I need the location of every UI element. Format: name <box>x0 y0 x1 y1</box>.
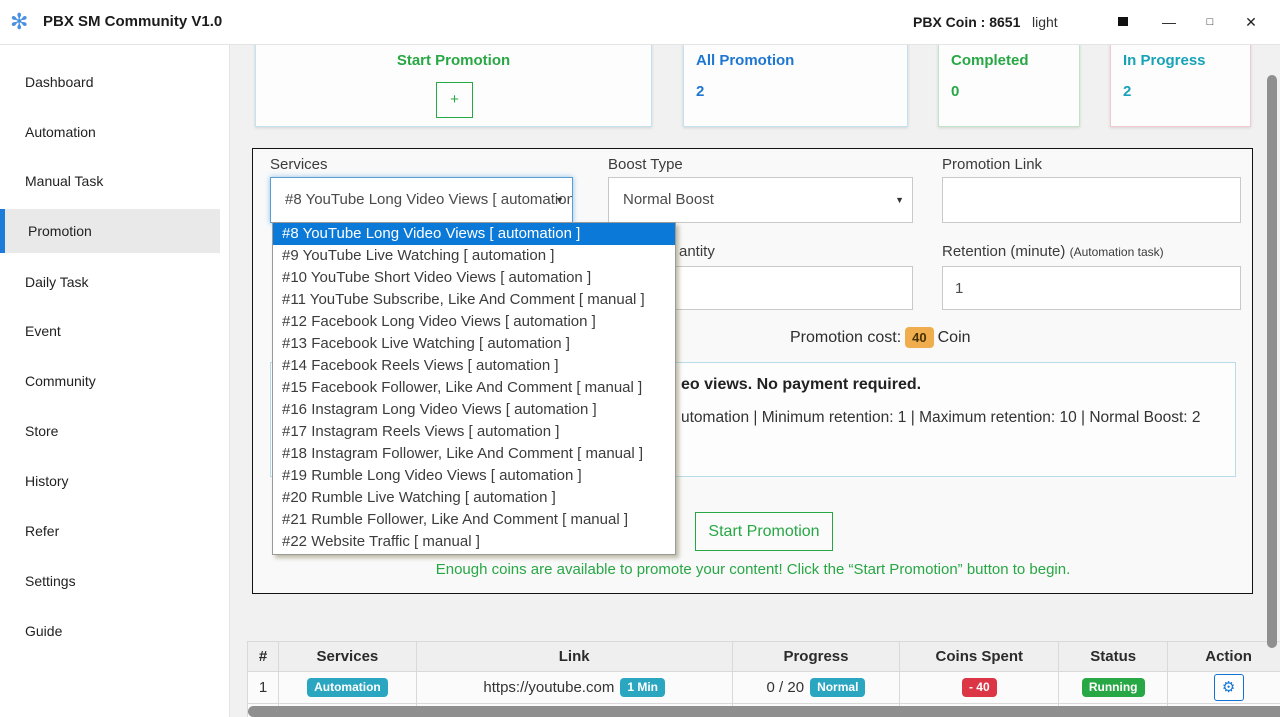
sidebar-item-automation[interactable]: Automation <box>0 110 220 154</box>
minimize-button[interactable]: — <box>1152 8 1186 36</box>
retention-label: Retention (minute) (Automation task) <box>942 243 1164 260</box>
col-header-progress: Progress <box>733 642 901 672</box>
services-option[interactable]: #16 Instagram Long Video Views [ automat… <box>273 399 675 421</box>
services-selected-value: #8 YouTube Long Video Views [ automation… <box>285 191 573 208</box>
service-info-line2: utomation | Minimum retention: 1 | Maxim… <box>681 409 1201 427</box>
sidebar-item-promotion[interactable]: Promotion <box>0 209 220 253</box>
col-header-coins-spent: Coins Spent <box>900 642 1059 672</box>
maximize-button[interactable]: □ <box>1193 8 1227 36</box>
services-option[interactable]: #20 Rumble Live Watching [ automation ] <box>273 487 675 509</box>
row-settings-button[interactable]: ⚙ <box>1214 674 1244 701</box>
promotion-link-text: https://youtube.com <box>483 679 614 696</box>
col-header-num: # <box>248 642 279 672</box>
sidebar-item-settings[interactable]: Settings <box>0 559 220 603</box>
card-in-progress-title: In Progress <box>1123 52 1250 69</box>
promotion-link-label: Promotion Link <box>942 156 1042 173</box>
card-completed-title: Completed <box>951 52 1079 69</box>
services-option[interactable]: #11 YouTube Subscribe, Like And Comment … <box>273 289 675 311</box>
vertical-scrollbar[interactable] <box>1267 75 1277 648</box>
sidebar-item-refer[interactable]: Refer <box>0 509 220 553</box>
table-header-row: # Services Link Progress Coins Spent Sta… <box>248 642 1280 672</box>
boost-type-badge: Normal <box>810 678 865 697</box>
boost-type-selected-value: Normal Boost <box>623 191 714 208</box>
title-bar: ✻ PBX SM Community V1.0 PBX Coin : 8651 … <box>0 0 1280 45</box>
retention-label-note: (Automation task) <box>1070 245 1164 259</box>
table-row: 1 Automation https://youtube.com 1 Min 0… <box>248 672 1280 704</box>
service-info-line1: eo views. No payment required. <box>681 376 921 394</box>
coin-balance: PBX Coin : 8651 <box>913 14 1020 30</box>
sidebar-item-event[interactable]: Event <box>0 309 220 353</box>
card-start-promotion-title: Start Promotion <box>256 52 651 69</box>
theme-label[interactable]: light <box>1032 14 1058 30</box>
promotion-link-input[interactable] <box>942 177 1241 223</box>
coins-available-message: Enough coins are available to promote yo… <box>253 561 1253 578</box>
sidebar-item-manual-task[interactable]: Manual Task <box>0 159 220 203</box>
services-dropdown-list: #8 YouTube Long Video Views [ automation… <box>272 222 676 555</box>
services-option[interactable]: #12 Facebook Long Video Views [ automati… <box>273 311 675 333</box>
promotion-cost-badge: 40 <box>905 327 933 348</box>
sidebar-item-community[interactable]: Community <box>0 359 220 403</box>
services-option[interactable]: #14 Facebook Reels Views [ automation ] <box>273 355 675 377</box>
card-in-progress: In Progress 2 <box>1110 38 1251 127</box>
col-header-services: Services <box>279 642 417 672</box>
col-header-status: Status <box>1059 642 1168 672</box>
services-label: Services <box>270 156 328 173</box>
sidebar: Dashboard Automation Manual Task Promoti… <box>0 45 230 717</box>
sidebar-item-guide[interactable]: Guide <box>0 609 220 653</box>
card-start-promotion: Start Promotion + <box>255 38 652 127</box>
col-header-link: Link <box>417 642 733 672</box>
chevron-down-icon: ▼ <box>895 178 904 222</box>
sidebar-item-dashboard[interactable]: Dashboard <box>0 60 220 104</box>
services-option[interactable]: #15 Facebook Follower, Like And Comment … <box>273 377 675 399</box>
gear-icon: ⚙ <box>1222 679 1235 696</box>
services-select[interactable]: #8 YouTube Long Video Views [ automation… <box>270 177 573 223</box>
start-promotion-button[interactable]: Start Promotion <box>695 512 833 551</box>
app-logo-icon: ✻ <box>10 8 28 36</box>
card-all-promotion-count: 2 <box>696 83 907 100</box>
add-promotion-button[interactable]: + <box>436 82 473 118</box>
status-badge: Running <box>1082 678 1145 697</box>
card-all-promotion-title: All Promotion <box>696 52 907 69</box>
promotion-cost-line: Promotion cost:40 Coin <box>790 327 971 348</box>
horizontal-scrollbar[interactable] <box>248 706 1280 717</box>
row-number: 1 <box>248 672 279 704</box>
retention-label-text: Retention (minute) <box>942 243 1065 260</box>
card-all-promotion: All Promotion 2 <box>683 38 908 127</box>
app-title: PBX SM Community V1.0 <box>43 13 222 30</box>
service-type-badge: Automation <box>307 678 388 697</box>
services-option[interactable]: #18 Instagram Follower, Like And Comment… <box>273 443 675 465</box>
sidebar-item-history[interactable]: History <box>0 459 220 503</box>
progress-text: 0 / 20 <box>767 679 805 696</box>
promotion-cost-suffix: Coin <box>938 329 971 346</box>
retention-input[interactable] <box>942 266 1241 310</box>
services-option[interactable]: #10 YouTube Short Video Views [ automati… <box>273 267 675 289</box>
close-button[interactable]: ✕ <box>1234 8 1268 36</box>
services-option[interactable]: #8 YouTube Long Video Views [ automation… <box>273 223 675 245</box>
services-option[interactable]: #9 YouTube Live Watching [ automation ] <box>273 245 675 267</box>
col-header-action: Action <box>1168 642 1280 672</box>
sidebar-item-store[interactable]: Store <box>0 409 220 453</box>
promotion-cost-prefix: Promotion cost: <box>790 329 901 346</box>
coins-spent-badge: - 40 <box>962 678 997 697</box>
card-in-progress-count: 2 <box>1123 83 1250 100</box>
services-option[interactable]: #19 Rumble Long Video Views [ automation… <box>273 465 675 487</box>
services-option[interactable]: #22 Website Traffic [ manual ] <box>273 531 675 553</box>
services-option[interactable]: #21 Rumble Follower, Like And Comment [ … <box>273 509 675 531</box>
card-completed-count: 0 <box>951 83 1079 100</box>
services-option[interactable]: #17 Instagram Reels Views [ automation ] <box>273 421 675 443</box>
boost-type-select[interactable]: Normal Boost ▼ <box>608 177 913 223</box>
boost-type-label: Boost Type <box>608 156 683 173</box>
services-option[interactable]: #13 Facebook Live Watching [ automation … <box>273 333 675 355</box>
card-completed: Completed 0 <box>938 38 1080 127</box>
sidebar-item-daily-task[interactable]: Daily Task <box>0 260 220 304</box>
app-window: ✻ PBX SM Community V1.0 PBX Coin : 8651 … <box>0 0 1280 717</box>
chevron-down-icon: ▼ <box>555 178 564 222</box>
quantity-label: antity <box>679 243 715 260</box>
black-square-indicator[interactable] <box>1118 17 1128 26</box>
retention-badge: 1 Min <box>620 678 665 697</box>
